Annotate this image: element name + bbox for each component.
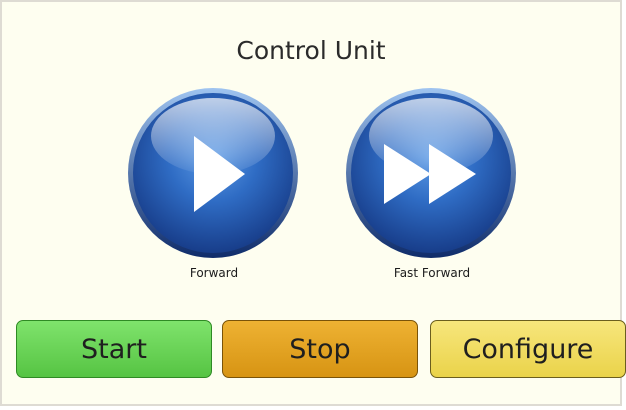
play-icon [128,88,298,258]
fast-forward-icon [346,88,516,258]
start-button[interactable]: Start [16,320,212,378]
forward-button[interactable] [126,86,300,260]
fast-forward-label: Fast Forward [393,266,471,280]
stop-button[interactable]: Stop [222,320,418,378]
forward-label: Forward [189,266,239,280]
page-title: Control Unit [236,36,386,65]
fast-forward-button[interactable] [344,86,518,260]
control-panel: Control Unit Forward Fast Forward Start … [0,0,626,406]
configure-button[interactable]: Configure [430,320,626,378]
